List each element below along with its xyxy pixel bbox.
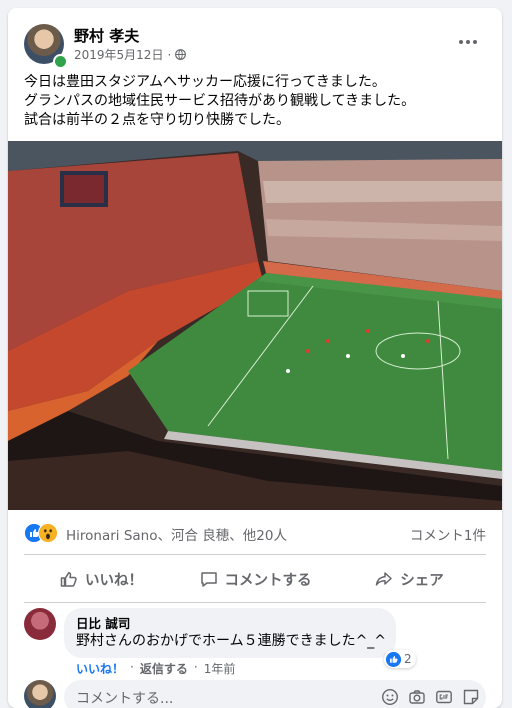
- commenter-name[interactable]: 日比 誠司: [76, 616, 384, 632]
- comment-button[interactable]: コメントする: [178, 559, 332, 599]
- post-line: 今日は豊田スタジアムへサッカー応援に行ってきました。: [24, 74, 386, 90]
- comment-like-count: 2: [404, 652, 412, 666]
- divider: [24, 554, 486, 555]
- post-card: 野村 孝夫 2019年5月12日 · 今日は豊田スタジアムへサッカー応援に行って…: [8, 8, 502, 708]
- emoji-icon[interactable]: [381, 688, 399, 706]
- comment-count[interactable]: コメント1件: [410, 524, 486, 544]
- thumbs-up-icon: [60, 572, 77, 587]
- comment-reply-link[interactable]: 返信する: [140, 660, 188, 677]
- comment-action-separator: ·: [130, 660, 134, 674]
- comment-composer: コメントする...: [24, 680, 486, 708]
- post-line: グランパスの地域住民サービス招待があり観戦してきました。: [24, 93, 416, 109]
- author-name[interactable]: 野村 孝夫: [74, 25, 139, 46]
- post-date[interactable]: 2019年5月12日: [74, 46, 163, 63]
- meta-separator: ·: [167, 47, 172, 62]
- divider: [24, 602, 486, 603]
- comment-bubble: 日比 誠司 野村さんのおかげでホーム５連勝できました^_^: [64, 608, 396, 658]
- reaction-icons: [24, 523, 62, 543]
- comment-like-link[interactable]: いいね！: [76, 660, 124, 677]
- post-text: 今日は豊田スタジアムへサッカー応援に行ってきました。 グランパスの地域住民サービ…: [24, 73, 486, 130]
- like-button-label: いいね！: [85, 572, 143, 589]
- globe-icon: [175, 49, 187, 60]
- more-options-icon[interactable]: [454, 32, 482, 52]
- comment-input-placeholder: コメントする...: [76, 691, 174, 707]
- comment-actions: いいね！ · 返信する · 1年前: [76, 660, 235, 677]
- gif-icon[interactable]: [435, 688, 453, 706]
- reaction-names[interactable]: Hironari Sano、河合 良穂、他20人: [66, 524, 287, 544]
- camera-icon[interactable]: [408, 688, 426, 706]
- like-reaction-icon: [386, 651, 401, 667]
- post-actions: いいね！ コメントする シェア: [24, 559, 486, 599]
- comment-icon: [200, 572, 217, 587]
- composer-icons: [381, 688, 480, 706]
- like-button[interactable]: いいね！: [24, 559, 178, 599]
- comment-text: 野村さんのおかげでホーム５連勝できました^_^: [76, 633, 387, 649]
- post-line: 試合は前半の２点を守り切り快勝でした。: [24, 112, 290, 128]
- commenter-avatar[interactable]: [24, 608, 56, 640]
- share-button[interactable]: シェア: [332, 559, 486, 599]
- stadium-photo[interactable]: [8, 141, 502, 510]
- online-status-dot: [53, 54, 68, 69]
- sticker-icon[interactable]: [462, 688, 480, 706]
- comment-action-separator: ·: [193, 660, 198, 674]
- post-meta: 2019年5月12日 ·: [74, 46, 187, 63]
- comment-item: 日比 誠司 野村さんのおかげでホーム５連勝できました^_^ 2 いいね！ · 返…: [24, 608, 486, 678]
- comment-input[interactable]: コメントする...: [64, 680, 486, 708]
- share-icon: [376, 572, 392, 586]
- comment-button-label: コメントする: [224, 572, 312, 589]
- reaction-summary[interactable]: Hironari Sano、河合 良穂、他20人 コメント1件: [24, 522, 486, 544]
- post-header: 野村 孝夫 2019年5月12日 ·: [24, 24, 486, 69]
- current-user-avatar[interactable]: [24, 680, 56, 708]
- comment-time[interactable]: 1年前: [204, 660, 236, 677]
- share-button-label: シェア: [400, 572, 444, 589]
- wow-reaction-icon: [38, 523, 58, 543]
- comment-like-badge[interactable]: 2: [384, 650, 416, 668]
